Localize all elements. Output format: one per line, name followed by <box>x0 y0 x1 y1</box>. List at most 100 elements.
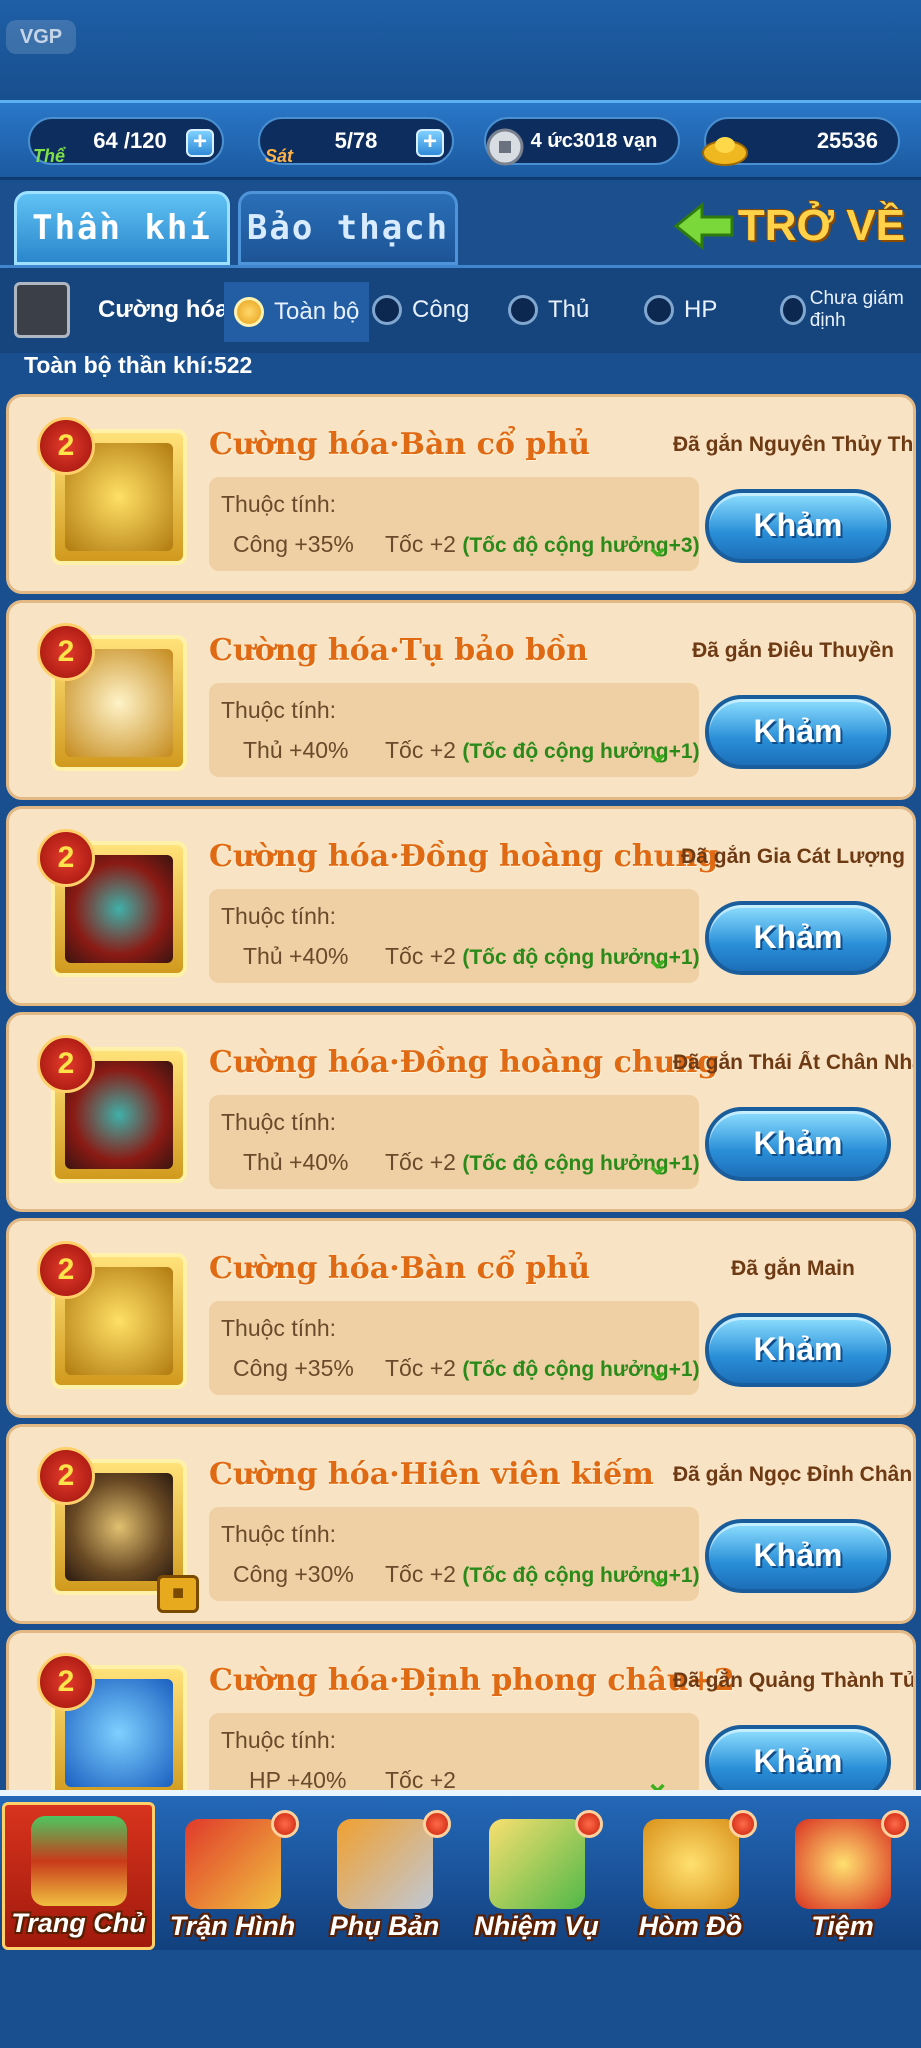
artifact-card: 2 Cường hóa·Bàn cổ phủ Đã gắn Nguyên Thủ… <box>6 394 916 594</box>
inlay-button[interactable]: Khảm <box>705 695 891 769</box>
treasure-bag-icon <box>642 1819 739 1909</box>
scroll-icon <box>488 1819 585 1909</box>
artifact-title: Cường hóa·Đồng hoàng chung <box>209 839 719 874</box>
gold-counter: 25536 <box>702 117 900 166</box>
filter-label: HP <box>684 296 718 323</box>
level-badge: 2 <box>37 417 95 475</box>
war-banner-icon <box>184 1819 281 1909</box>
level-badge: 2 <box>37 829 95 887</box>
attribute-label: Thuộc tính: <box>221 1521 337 1547</box>
kill-label: Sát <box>264 146 293 166</box>
attribute-stat: Thủ +40% <box>243 737 349 763</box>
filter-defense[interactable]: Thủ <box>508 290 589 330</box>
artifact-title: Cường hóa·Bàn cổ phủ <box>209 427 591 462</box>
back-button[interactable]: TRỞ VỀ <box>673 193 905 259</box>
enhance-checkbox[interactable] <box>14 282 70 338</box>
silver-counter: 4 ức3018 vạn <box>484 117 680 166</box>
stamina-counter: Thể 64 /120 + <box>28 117 224 166</box>
stamina-value: 64 /120 <box>93 128 167 153</box>
kill-counter: Sát 5/78 + <box>258 117 454 166</box>
radio-icon <box>508 295 538 325</box>
nav-label: Nhiệm Vụ <box>474 1911 599 1941</box>
artifact-title: Cường hóa·Tụ bảo bồn <box>209 633 588 668</box>
crossed-swords-icon <box>336 1819 433 1909</box>
attribute-box: Thuộc tính: Thủ +40% Tốc +2 (Tốc độ cộng… <box>209 1095 700 1189</box>
top-band: VGP <box>0 0 921 100</box>
attribute-stat: Thủ +40% <box>243 943 349 969</box>
notification-dot <box>575 1810 603 1838</box>
tab-label: Bảo thạch <box>246 208 450 248</box>
artifact-card: 2 Cường hóa·Đồng hoàng chung Đã gắn Thái… <box>6 1012 916 1212</box>
nav-label: Tiệm <box>811 1911 874 1941</box>
double-chevron-icon[interactable]: ⌄ <box>645 1353 670 1388</box>
inlay-button[interactable]: Khảm <box>705 489 891 563</box>
attribute-stat: Thủ +40% <box>243 1149 349 1175</box>
equipped-to: Đã gắn Quảng Thành Tử <box>673 1669 913 1692</box>
artifact-card: 2 Cường hóa·Tụ bảo bồn Đã gắn Điêu Thuyề… <box>6 600 916 800</box>
nav-phu-ban[interactable]: Phụ Bản <box>308 1802 461 1950</box>
double-chevron-icon[interactable]: ⌄ <box>645 941 670 976</box>
equipped-to: Đã gắn Ngọc Đỉnh Chân Nhâ <box>673 1463 913 1486</box>
level-badge: 2 <box>37 1035 95 1093</box>
nav-tiem[interactable]: Tiệm <box>766 1802 919 1950</box>
double-chevron-icon[interactable]: ⌄ <box>645 529 670 564</box>
attribute-stat: Công +35% <box>233 1355 354 1381</box>
tab-bar: Thần khí Bảo thạch TRỞ VỀ <box>0 183 921 265</box>
nav-label: Trận Hình <box>169 1911 296 1941</box>
nav-label: Hòm Đồ <box>638 1911 743 1941</box>
filter-all[interactable]: Toàn bộ <box>224 282 370 342</box>
notification-dot <box>271 1810 299 1838</box>
artifact-title: Cường hóa·Bàn cổ phủ <box>209 1251 591 1286</box>
bottom-nav: Trang Chủ Trận Hình Phụ Bản Nhiệm Vụ Hòm… <box>0 1790 921 1950</box>
back-label: TRỞ VỀ <box>737 201 905 250</box>
inlay-button[interactable]: Khảm <box>705 1313 891 1387</box>
nav-nhiem-vu[interactable]: Nhiệm Vụ <box>460 1802 613 1950</box>
vgp-logo-icon: VGP <box>6 20 76 54</box>
nav-tran-hinh[interactable]: Trận Hình <box>156 1802 309 1950</box>
radio-icon <box>234 297 264 327</box>
artifact-list: 2 Cường hóa·Bàn cổ phủ Đã gắn Nguyên Thủ… <box>6 394 916 1836</box>
filter-hp[interactable]: HP <box>644 290 717 330</box>
level-badge: 2 <box>37 1447 95 1505</box>
inlay-button[interactable]: Khảm <box>705 1519 891 1593</box>
radio-icon <box>780 295 806 325</box>
coins-icon <box>794 1819 891 1909</box>
add-stamina-button[interactable]: + <box>186 129 214 157</box>
add-kill-button[interactable]: + <box>416 129 444 157</box>
artifact-title: Cường hóa·Hiên viên kiếm <box>209 1457 654 1492</box>
inlay-button[interactable]: Khảm <box>705 901 891 975</box>
double-chevron-icon[interactable]: ⌄ <box>645 1147 670 1182</box>
attribute-stat: Công +35% <box>233 531 354 557</box>
speed-value: Tốc +2 <box>385 943 456 969</box>
lock-icon: ■ <box>157 1575 199 1613</box>
filter-bar: Cường hóa Toàn bộ Công Thủ HP Chưa giám … <box>0 265 921 353</box>
attribute-box: Thuộc tính: Công +35% Tốc +2 (Tốc độ cộn… <box>209 1301 700 1395</box>
nav-trang-chu[interactable]: Trang Chủ <box>2 1802 155 1950</box>
double-chevron-icon[interactable]: ⌄ <box>645 1559 670 1594</box>
artifact-card: 2 Cường hóa·Đồng hoàng chung Đã gắn Gia … <box>6 806 916 1006</box>
tab-bao-thach[interactable]: Bảo thạch <box>238 191 458 265</box>
tab-label: Thần khí <box>32 208 212 248</box>
attribute-label: Thuộc tính: <box>221 903 337 929</box>
inlay-button[interactable]: Khảm <box>705 1725 891 1799</box>
nav-hom-do[interactable]: Hòm Đồ <box>614 1802 767 1950</box>
filter-unidentified[interactable]: Chưa giám định <box>780 288 921 331</box>
double-chevron-icon[interactable]: ⌄ <box>645 735 670 770</box>
level-badge: 2 <box>37 1653 95 1711</box>
nav-label: Trang Chủ <box>11 1908 146 1938</box>
tab-than-khi[interactable]: Thần khí <box>14 191 230 265</box>
filter-attack[interactable]: Công <box>372 290 469 330</box>
silver-coin-icon <box>480 115 530 167</box>
kill-value: 5/78 <box>334 128 378 153</box>
level-badge: 2 <box>37 623 95 681</box>
artifact-card: 2 Cường hóa·Bàn cổ phủ Đã gắn Main Thuộc… <box>6 1218 916 1418</box>
artifact-card: 2 ■ Cường hóa·Hiên viên kiếm Đã gắn Ngọc… <box>6 1424 916 1624</box>
stamina-icon: Thể <box>24 115 74 167</box>
stamina-label: Thể <box>32 146 65 166</box>
inlay-button[interactable]: Khảm <box>705 1107 891 1181</box>
equipped-to: Đã gắn Thái Ất Chân Nhân <box>673 1051 913 1074</box>
equipped-to: Đã gắn Nguyên Thủy Thiên Tô <box>673 433 913 456</box>
attribute-label: Thuộc tính: <box>221 1109 337 1135</box>
level-badge: 2 <box>37 1241 95 1299</box>
sword-icon: Sát <box>254 115 304 167</box>
